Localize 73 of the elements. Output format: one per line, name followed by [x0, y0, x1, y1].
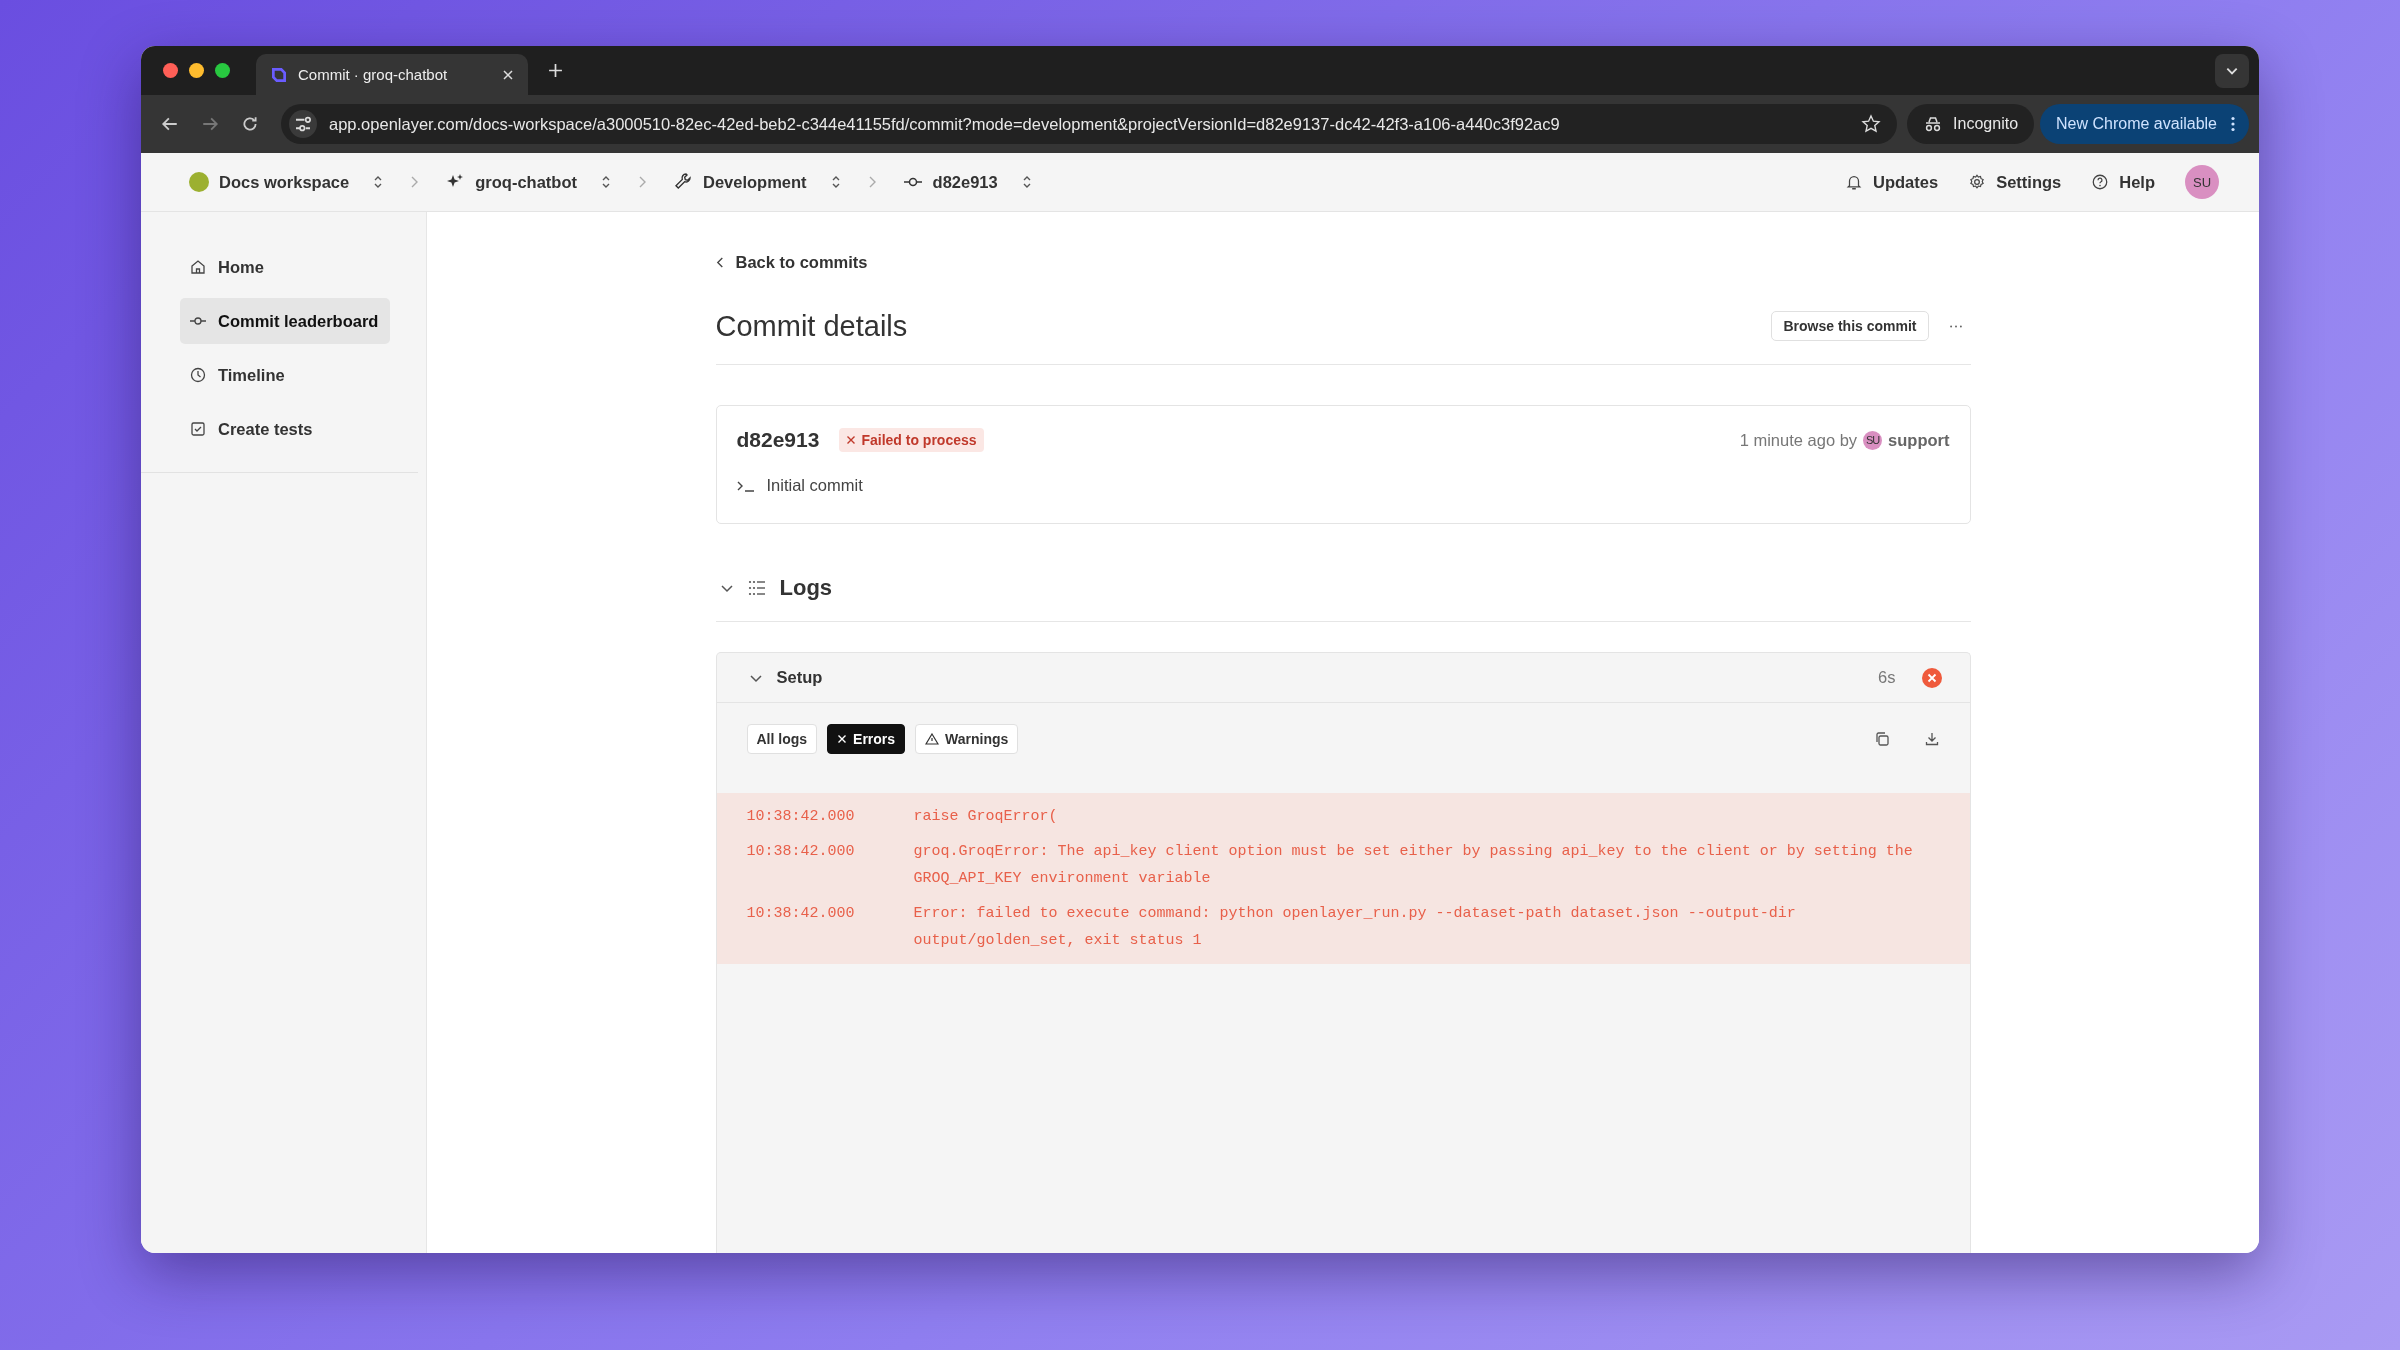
log-message: raise GroqError(: [913, 807, 1059, 827]
list-icon: [747, 579, 766, 596]
commit-hash: d82e913: [736, 428, 820, 452]
settings-icon: [1968, 173, 1987, 191]
address-bar[interactable]: app.openlayer.com/docs-workspace/a3000510-82ec-42ed-beb2-c344e41155fd/commit?mode=development&projectVersionId=d82e9137-dc42-42f3-a106-a440c3f92ac9: [281, 104, 1898, 144]
logs-section-header[interactable]: Logs: [715, 542, 1971, 622]
star-icon[interactable]: [1861, 114, 1882, 134]
reload-icon[interactable]: [241, 115, 259, 133]
commit-message: Initial commit: [766, 476, 863, 495]
filter-button[interactable]: All logs: [746, 724, 818, 754]
log-message: groq.GroqError: The api_key client option must be set either by passing api_key to the client or by setting the GROQ_API_KEY environment variable: [913, 842, 1914, 889]
author-name: support: [1888, 430, 1950, 450]
sort-icon: [830, 174, 841, 190]
close-icon: [837, 734, 848, 744]
sidebar-item[interactable]: Home: [180, 244, 390, 290]
more-icon[interactable]: [1948, 323, 1963, 329]
log-timestamp: 10:38:42.000: [746, 807, 856, 827]
sidebar-item[interactable]: Create tests: [180, 406, 390, 452]
browser-tab[interactable]: Commit · groq-chatbot: [256, 54, 528, 95]
close-window-icon[interactable]: [163, 63, 178, 78]
site-settings-icon[interactable]: [289, 110, 317, 138]
workspace-icon: [189, 172, 209, 192]
back-icon[interactable]: [161, 115, 179, 133]
breadcrumb-item[interactable]: groq-chatbot: [445, 172, 611, 192]
filter-button[interactable]: Warnings: [915, 724, 1019, 754]
step-duration: 6s: [1878, 668, 1896, 687]
breadcrumb-item[interactable]: Docs workspace: [189, 172, 384, 192]
home-icon: [190, 259, 206, 275]
log-message: Error: failed to execute command: python openlayer_run.py --dataset-path dataset.json --output-dir output/golden_set, exit status 1: [913, 904, 1797, 951]
logo-icon: [270, 65, 288, 84]
commit-time: 1 minute ago by: [1739, 430, 1858, 450]
sidebar-item[interactable]: Commit leaderboard: [180, 298, 390, 344]
maximize-window-icon[interactable]: [215, 63, 230, 78]
sort-icon: [1021, 174, 1032, 190]
step-name: Setup: [776, 668, 823, 687]
breadcrumb-item[interactable]: d82e913: [902, 172, 1032, 192]
bell-icon: [1845, 173, 1864, 191]
filter-button[interactable]: Errors: [827, 724, 906, 754]
chevron-left-icon: [715, 255, 725, 269]
warning-icon: [925, 733, 940, 745]
browse-commit-button[interactable]: Browse this commit: [1771, 311, 1929, 341]
plus-icon[interactable]: [548, 63, 563, 78]
copy-icon[interactable]: [1873, 731, 1890, 747]
close-icon[interactable]: [502, 68, 514, 81]
terminal-icon: [736, 479, 755, 492]
status-badge: Failed to process: [839, 428, 984, 452]
user-avatar[interactable]: SU: [2185, 165, 2219, 199]
more-icon[interactable]: [2231, 116, 2235, 132]
update-button[interactable]: New Chrome available: [2040, 104, 2249, 144]
sort-icon: [373, 174, 384, 190]
header-link[interactable]: Settings: [1968, 172, 2062, 192]
help-icon: [2091, 173, 2110, 191]
page-title: Commit details: [715, 309, 909, 343]
update-label: New Chrome available: [2056, 115, 2217, 133]
tab-search-button[interactable]: [2215, 53, 2249, 88]
breadcrumb-item[interactable]: Development: [672, 172, 841, 192]
forward-icon[interactable]: [201, 115, 219, 133]
download-icon[interactable]: [1923, 731, 1940, 747]
sidebar-item[interactable]: Timeline: [180, 352, 390, 398]
wrench-icon: [672, 172, 693, 192]
header-link[interactable]: Help: [2091, 172, 2155, 192]
clock-icon: [190, 367, 206, 383]
checkbox-icon: [190, 421, 206, 437]
log-timestamp: 10:38:42.000: [746, 842, 856, 862]
header-link[interactable]: Updates: [1845, 172, 1939, 192]
author-avatar: SU: [1863, 430, 1883, 450]
log-timestamp: 10:38:42.000: [746, 904, 856, 924]
minimize-window-icon[interactable]: [189, 63, 204, 78]
chevron-right-icon: [409, 174, 420, 190]
sort-icon: [600, 174, 611, 190]
back-link[interactable]: Back to commits: [715, 250, 1971, 274]
incognito-label: Incognito: [1953, 115, 2019, 133]
incognito-badge[interactable]: Incognito: [1907, 104, 2035, 144]
